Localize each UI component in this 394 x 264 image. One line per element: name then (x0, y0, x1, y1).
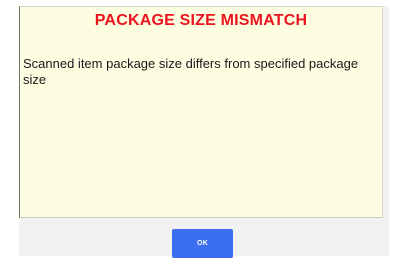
message-panel: PACKAGE SIZE MISMATCH Scanned item packa… (19, 6, 383, 218)
ok-button[interactable]: OK (172, 229, 233, 258)
dialog-message: Scanned item package size differs from s… (23, 56, 359, 87)
package-size-mismatch-dialog: PACKAGE SIZE MISMATCH Scanned item packa… (19, 6, 389, 258)
dialog-title: PACKAGE SIZE MISMATCH (94, 12, 308, 29)
